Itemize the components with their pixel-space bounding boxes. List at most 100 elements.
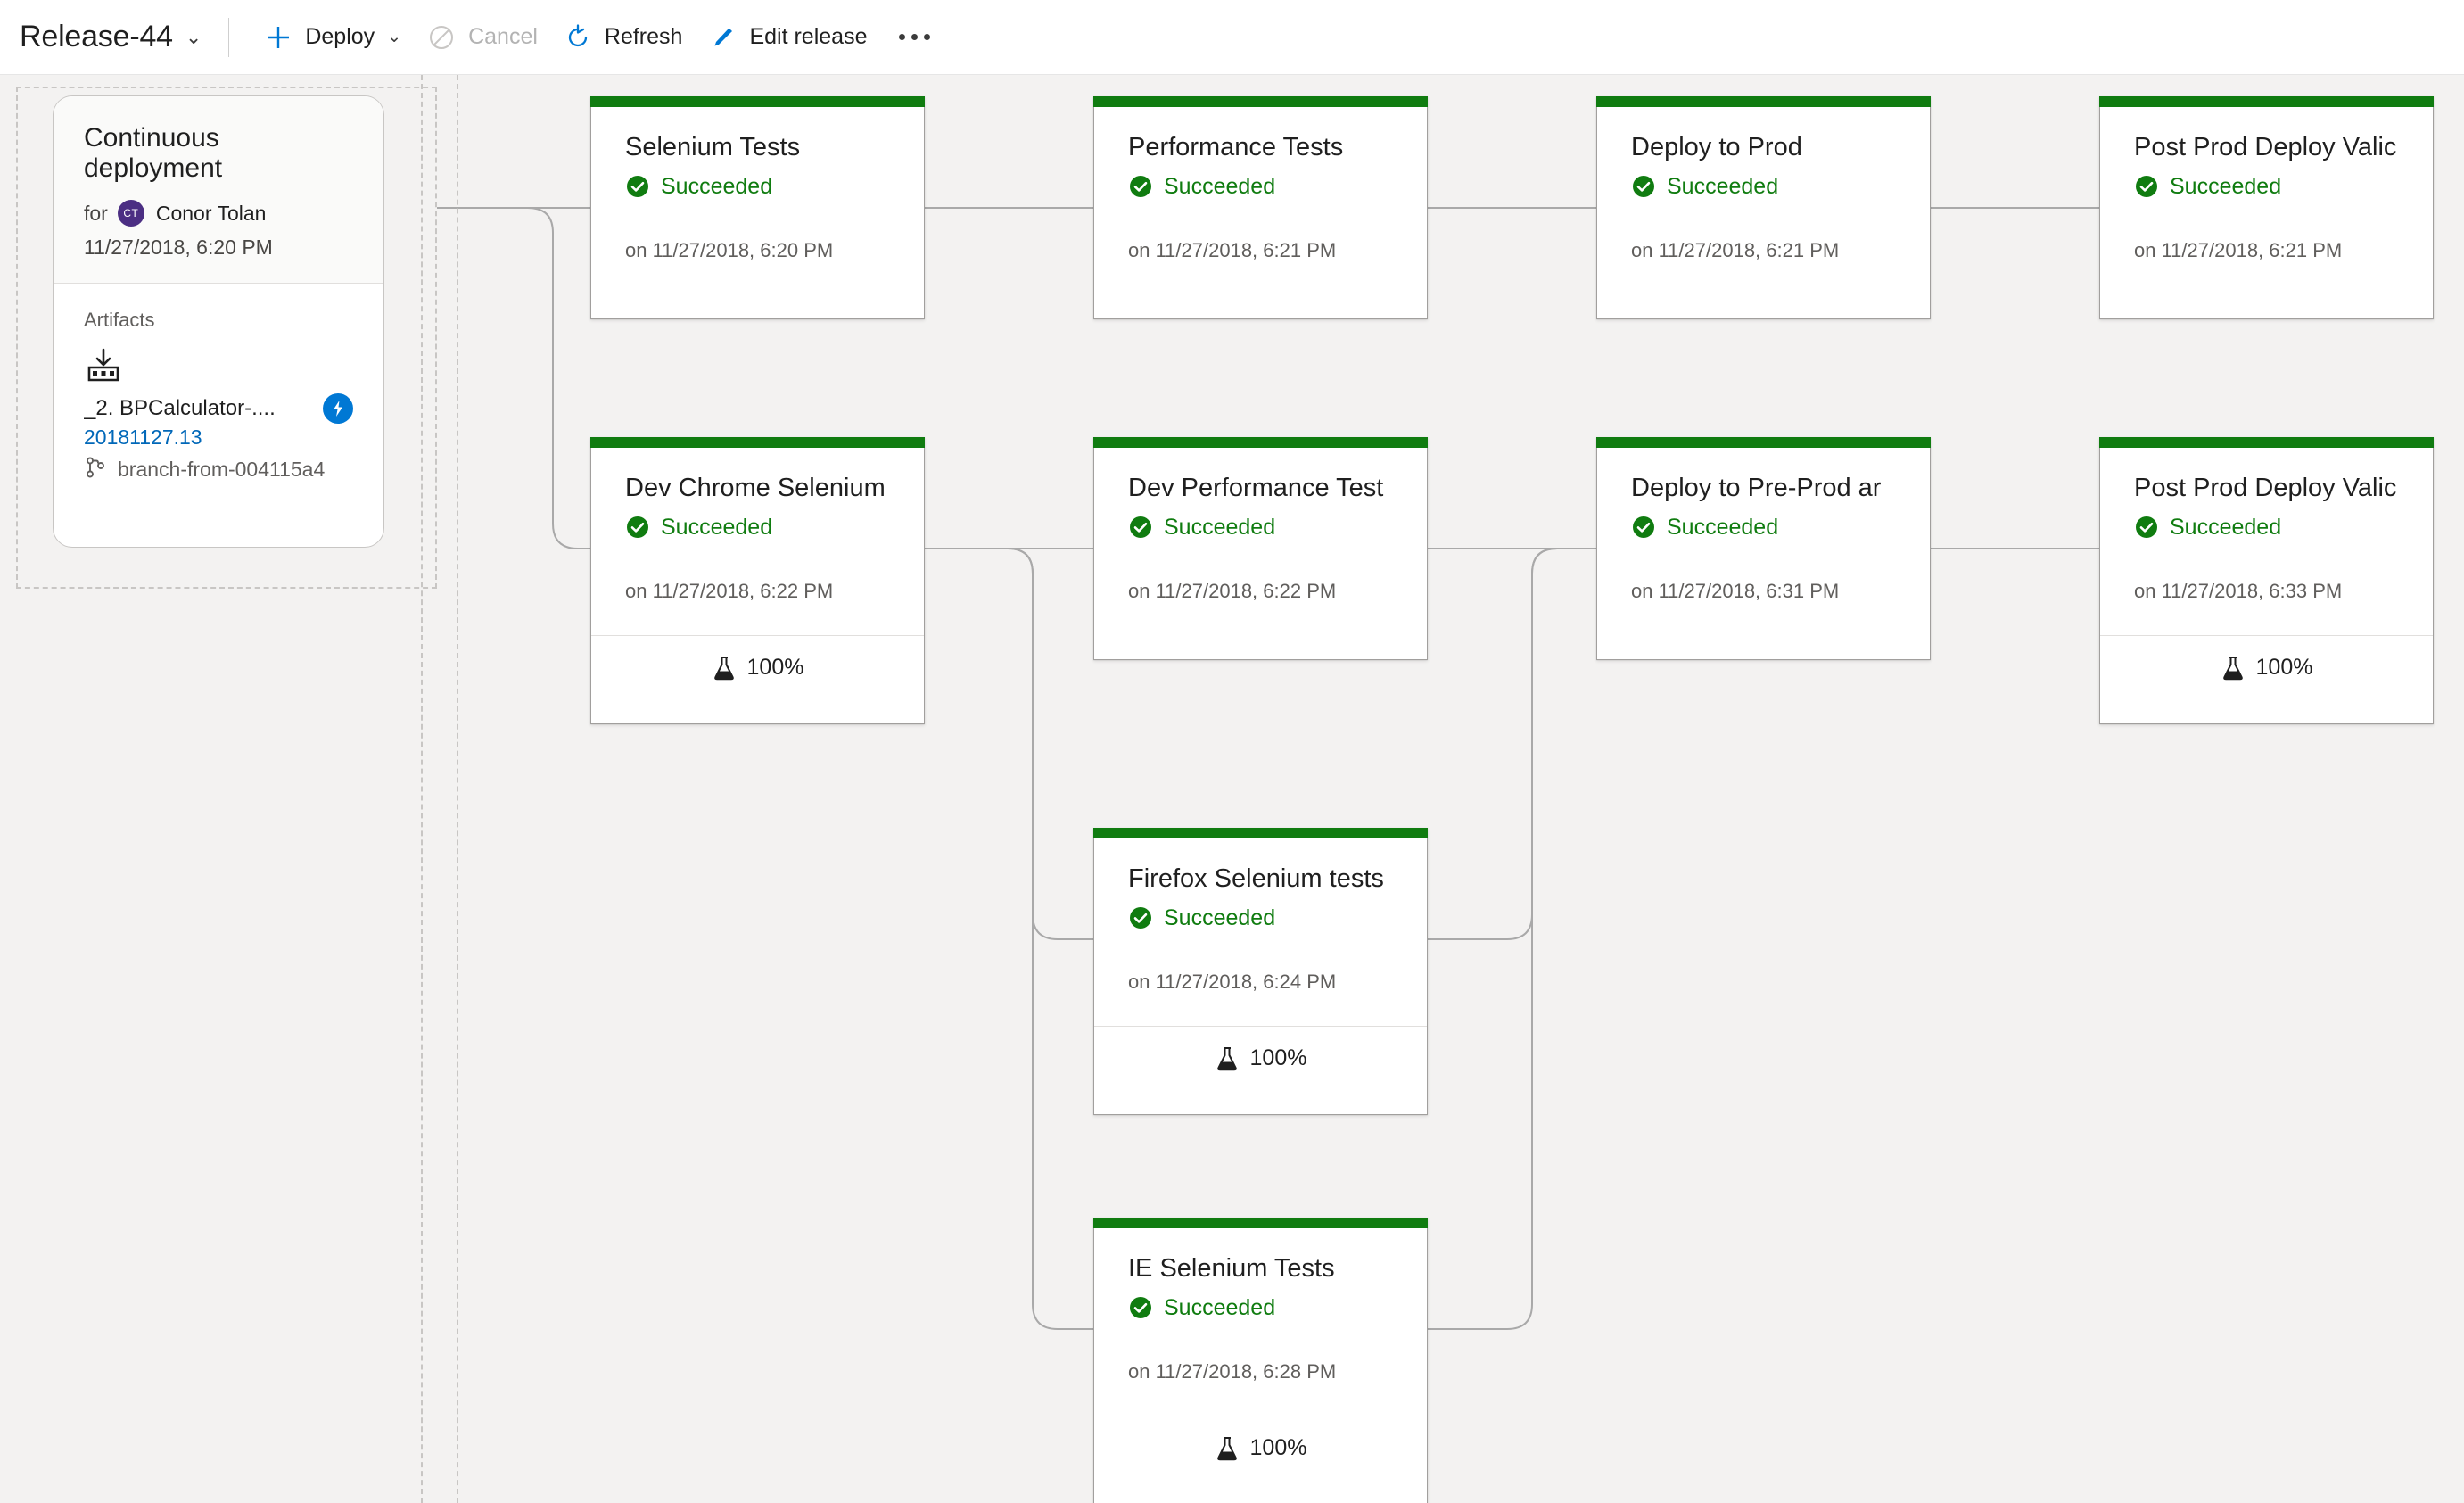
artifact-package-name: _2. BPCalculator-.... xyxy=(84,396,276,420)
status-label: Succeeded xyxy=(1667,173,1779,199)
status-badge: Succeeded xyxy=(1128,1295,1393,1321)
stage-timestamp: on 11/27/2018, 6:21 PM xyxy=(2134,238,2343,261)
status-badge: Succeeded xyxy=(1128,174,1393,200)
cancel-button: Cancel xyxy=(414,13,550,62)
stage-card-deploy-to-pre-prod[interactable]: Deploy to Pre-Prod ar Succeeded on 11/27/2… xyxy=(1596,437,1931,660)
stage-card-post-prod-deploy-validation-1[interactable]: Post Prod Deploy Valic Succeeded on 11/27/… xyxy=(2099,96,2434,319)
stage-card-deploy-to-prod[interactable]: Deploy to Prod Succeeded on 11/27/2018, 6:… xyxy=(1596,96,1931,319)
ellipsis-dot xyxy=(899,34,906,40)
stage-body: Post Prod Deploy Valic Succeeded on 11/27/… xyxy=(2100,107,2433,294)
ellipsis-dot xyxy=(924,34,931,40)
refresh-icon xyxy=(563,22,593,53)
stage-status-accent-bar xyxy=(1093,437,1428,448)
status-label: Succeeded xyxy=(1164,904,1276,930)
status-label: Succeeded xyxy=(661,514,773,540)
stage-status-accent-bar xyxy=(1596,96,1931,107)
stage-timestamp: on 11/27/2018, 6:21 PM xyxy=(1128,238,1337,261)
flask-icon xyxy=(712,655,737,681)
stage-timestamp: on 11/27/2018, 6:24 PM xyxy=(1128,970,1337,993)
stage-tests-footer[interactable]: 100% xyxy=(1094,1025,1427,1091)
for-label: for xyxy=(84,201,108,225)
status-badge: Succeeded xyxy=(1128,515,1393,541)
package-download-icon xyxy=(84,348,353,388)
tests-pass-percent: 100% xyxy=(746,655,804,681)
toolbar-divider xyxy=(228,17,230,57)
stage-status-accent-bar xyxy=(2099,437,2434,448)
check-circle-icon xyxy=(2134,515,2159,540)
stage-name: Dev Chrome Selenium xyxy=(625,474,886,502)
artifact-version-link[interactable]: 20181127.13 xyxy=(84,425,353,450)
stage-tests-footer[interactable]: 100% xyxy=(591,634,924,700)
stage-name: Selenium Tests xyxy=(625,133,801,161)
check-circle-icon xyxy=(625,515,650,540)
artifact-body: Artifacts _2. BPCalculator-.... 20181127… xyxy=(54,284,383,483)
check-circle-icon xyxy=(2134,174,2159,199)
stage-timestamp: on 11/27/2018, 6:20 PM xyxy=(625,238,834,261)
stage-tests-footer[interactable]: 100% xyxy=(2100,634,2433,700)
status-label: Succeeded xyxy=(1164,514,1276,540)
cancel-icon xyxy=(426,22,457,53)
stage-name: Post Prod Deploy Valic xyxy=(2134,474,2397,502)
status-badge: Succeeded xyxy=(2134,174,2399,200)
stage-status-accent-bar xyxy=(1093,1218,1428,1228)
cancel-button-label: Cancel xyxy=(468,24,538,49)
stage-card-dev-performance-test[interactable]: Dev Performance Test Succeeded on 11/27/20… xyxy=(1093,437,1428,660)
stage-name: Performance Tests xyxy=(1128,133,1344,161)
stage-body: Dev Performance Test Succeeded on 11/27/20… xyxy=(1094,448,1427,635)
stage-status-accent-bar xyxy=(1093,828,1428,838)
stage-tests-footer[interactable]: 100% xyxy=(1094,1415,1427,1481)
stage-name: Deploy to Prod xyxy=(1631,133,1802,161)
release-title-dropdown[interactable]: Release-44 ⌄ xyxy=(20,20,202,54)
edit-release-button[interactable]: Edit release xyxy=(695,13,879,62)
stage-status-accent-bar xyxy=(590,437,925,448)
lightning-bolt-icon xyxy=(323,393,353,424)
check-circle-icon xyxy=(1631,174,1656,199)
flask-icon xyxy=(2221,655,2246,681)
artifact-card[interactable]: Continuous deployment for CT Conor Tolan… xyxy=(53,95,384,548)
status-badge: Succeeded xyxy=(2134,515,2399,541)
pipeline-canvas: Continuous deployment for CT Conor Tolan… xyxy=(0,75,2464,1503)
avatar: CT xyxy=(117,200,144,227)
stage-status-accent-bar xyxy=(1093,96,1428,107)
page-title: Release-44 xyxy=(20,20,173,54)
artifact-title: Continuous deployment xyxy=(84,123,223,183)
tests-pass-percent: 100% xyxy=(1249,1045,1307,1071)
stage-card-selenium-tests[interactable]: Selenium Tests Succeeded on 11/27/2018, 6:… xyxy=(590,96,925,319)
stage-name: Post Prod Deploy Valic xyxy=(2134,133,2397,161)
stage-name: Firefox Selenium tests xyxy=(1128,864,1384,893)
edit-release-button-label: Edit release xyxy=(749,24,868,49)
stage-card-firefox-selenium-tests[interactable]: Firefox Selenium tests Succeeded on 11/27/… xyxy=(1093,828,1428,1115)
stage-timestamp: on 11/27/2018, 6:22 PM xyxy=(1128,579,1337,602)
deploy-button[interactable]: Deploy ⌄ xyxy=(251,13,414,62)
refresh-button[interactable]: Refresh xyxy=(550,13,696,62)
stage-timestamp: on 11/27/2018, 6:31 PM xyxy=(1631,579,1840,602)
more-actions-button[interactable] xyxy=(885,13,944,62)
stage-body: Performance Tests Succeeded on 11/27/2018,… xyxy=(1094,107,1427,294)
flask-icon xyxy=(1215,1045,1240,1072)
stage-body: IE Selenium Tests Succeeded on 11/27/2018,… xyxy=(1094,1228,1427,1416)
requester-name: Conor Tolan xyxy=(155,201,267,225)
branch-icon xyxy=(84,456,107,483)
stage-card-post-prod-deploy-validation-2[interactable]: Post Prod Deploy Valic Succeeded on 11/27/… xyxy=(2099,437,2434,724)
stage-name: IE Selenium Tests xyxy=(1128,1254,1335,1283)
check-circle-icon xyxy=(1631,515,1656,540)
status-badge: Succeeded xyxy=(625,515,890,541)
artifact-package-row[interactable]: _2. BPCalculator-.... xyxy=(84,393,353,424)
status-label: Succeeded xyxy=(1667,514,1779,540)
artifact-header: Continuous deployment for CT Conor Tolan… xyxy=(54,96,383,284)
check-circle-icon xyxy=(1128,515,1153,540)
stage-card-dev-chrome-selenium[interactable]: Dev Chrome Selenium Succeeded on 11/27/201… xyxy=(590,437,925,724)
column-guide xyxy=(457,75,458,1503)
stage-body: Deploy to Prod Succeeded on 11/27/2018, 6:… xyxy=(1597,107,1930,294)
stage-name: Dev Performance Test xyxy=(1128,474,1384,502)
status-label: Succeeded xyxy=(1164,173,1276,199)
check-circle-icon xyxy=(1128,1295,1153,1320)
stage-timestamp: on 11/27/2018, 6:22 PM xyxy=(625,579,834,602)
check-circle-icon xyxy=(1128,174,1153,199)
stage-card-ie-selenium-tests[interactable]: IE Selenium Tests Succeeded on 11/27/2018,… xyxy=(1093,1218,1428,1503)
refresh-button-label: Refresh xyxy=(604,24,683,49)
pencil-icon xyxy=(707,22,738,53)
artifact-branch-row: branch-from-004115a4 xyxy=(84,456,353,483)
stage-card-performance-tests[interactable]: Performance Tests Succeeded on 11/27/2018,… xyxy=(1093,96,1428,319)
status-label: Succeeded xyxy=(661,173,773,199)
